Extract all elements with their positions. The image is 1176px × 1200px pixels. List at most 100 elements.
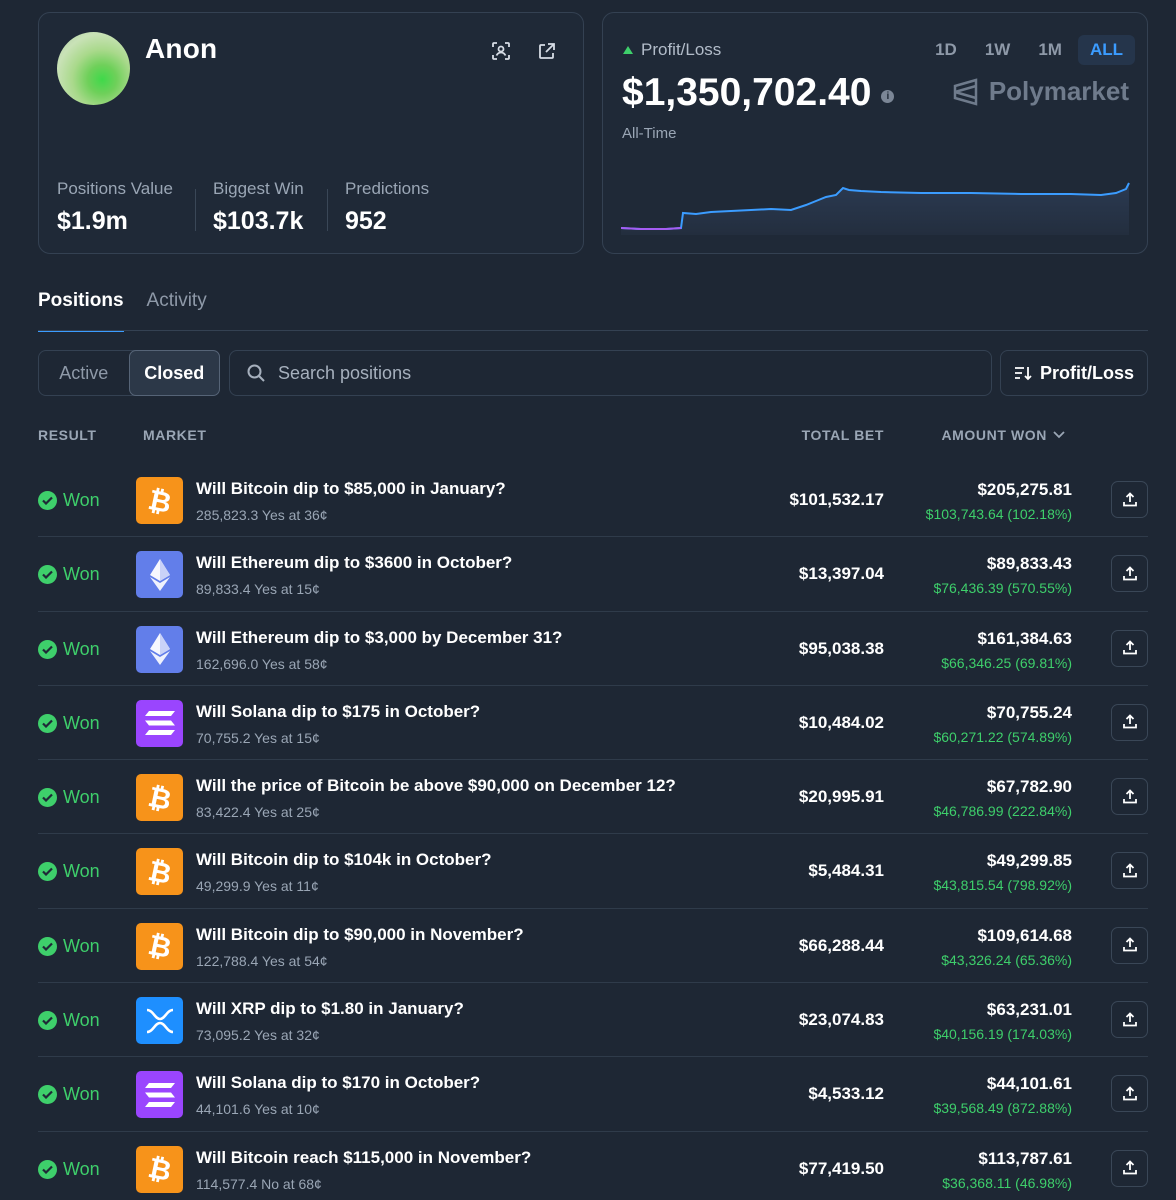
market-cell[interactable]: Will Bitcoin dip to $85,000 in January? … bbox=[196, 479, 506, 523]
share-button[interactable] bbox=[1111, 1149, 1148, 1187]
market-cell[interactable]: Will Ethereum dip to $3600 in October? 8… bbox=[196, 553, 512, 597]
amount-won-cell: $67,782.90 $46,786.99 (222.84%) bbox=[933, 777, 1072, 819]
pnl-period: All-Time bbox=[622, 125, 677, 142]
market-title[interactable]: Will Bitcoin reach $115,000 in November? bbox=[196, 1148, 531, 1168]
table-row[interactable]: Won ₿ Will Bitcoin dip to $85,000 in Jan… bbox=[38, 463, 1148, 538]
amount-won: $70,755.24 bbox=[986, 702, 1072, 722]
market-position: 89,833.4 Yes at 15¢ bbox=[196, 581, 320, 598]
result-label: Won bbox=[63, 935, 100, 956]
sort-button[interactable]: Profit/Loss bbox=[1000, 350, 1148, 396]
total-bet: $20,995.91 bbox=[798, 787, 884, 807]
market-title[interactable]: Will Ethereum dip to $3,000 by December … bbox=[196, 628, 562, 648]
result-label: Won bbox=[63, 787, 100, 808]
share-icon bbox=[1122, 788, 1137, 804]
check-circle-icon bbox=[38, 639, 57, 659]
market-cell[interactable]: Will Ethereum dip to $3,000 by December … bbox=[196, 628, 562, 672]
table-row[interactable]: Won ₿ Will Bitcoin reach $115,000 in Nov… bbox=[38, 1132, 1148, 1200]
total-bet: $4,533.12 bbox=[808, 1084, 884, 1104]
avatar bbox=[57, 32, 130, 105]
range-tab-1m[interactable]: 1M bbox=[1026, 35, 1074, 65]
amount-won-cell: $89,833.43 $76,436.39 (570.55%) bbox=[933, 554, 1072, 596]
share-button[interactable] bbox=[1111, 852, 1148, 890]
amount-won-cell: $113,787.61 $36,368.11 (46.98%) bbox=[942, 1149, 1072, 1191]
share-button[interactable] bbox=[1111, 555, 1148, 593]
scan-icon[interactable] bbox=[491, 41, 511, 61]
result-label: Won bbox=[63, 1010, 100, 1031]
profit-gain: $43,326.24 (65.36%) bbox=[941, 951, 1072, 968]
range-tab-all[interactable]: ALL bbox=[1077, 35, 1135, 65]
market-title[interactable]: Will Solana dip to $175 in October? bbox=[196, 702, 480, 722]
profit-gain: $66,346.25 (69.81%) bbox=[941, 654, 1072, 671]
result-cell: Won bbox=[38, 490, 100, 511]
range-tab-1d[interactable]: 1D bbox=[923, 35, 969, 65]
positions-table: Won ₿ Will Bitcoin dip to $85,000 in Jan… bbox=[38, 463, 1148, 1200]
market-title[interactable]: Will Solana dip to $170 in October? bbox=[196, 1073, 480, 1093]
divider bbox=[195, 189, 196, 231]
market-cell[interactable]: Will Solana dip to $175 in October? 70,7… bbox=[196, 702, 480, 746]
share-button[interactable] bbox=[1111, 481, 1148, 518]
market-position: 285,823.3 Yes at 36¢ bbox=[196, 507, 328, 523]
table-row[interactable]: Won ₿ Will Bitcoin dip to $90,000 in Nov… bbox=[38, 909, 1148, 984]
table-row[interactable]: Won ₿ Will Bitcoin dip to $104k in Octob… bbox=[38, 834, 1148, 909]
total-bet: $101,532.17 bbox=[789, 490, 884, 509]
market-title[interactable]: Will XRP dip to $1.80 in January? bbox=[196, 999, 464, 1019]
share-button[interactable] bbox=[1111, 926, 1148, 964]
filter-closed-button[interactable]: Closed bbox=[128, 350, 220, 396]
amount-won-cell: $44,101.61 $39,568.49 (872.88%) bbox=[933, 1074, 1072, 1116]
market-cell[interactable]: Will XRP dip to $1.80 in January? 73,095… bbox=[196, 999, 464, 1043]
market-title[interactable]: Will Bitcoin dip to $90,000 in November? bbox=[196, 925, 524, 945]
sort-label: Profit/Loss bbox=[1039, 362, 1134, 383]
market-title[interactable]: Will Ethereum dip to $3600 in October? bbox=[196, 553, 512, 573]
market-title[interactable]: Will Bitcoin dip to $104k in October? bbox=[196, 850, 492, 870]
share-button[interactable] bbox=[1111, 703, 1148, 741]
check-circle-icon bbox=[38, 713, 57, 733]
stat-label: Positions Value bbox=[57, 179, 173, 198]
stat-label: Predictions bbox=[345, 179, 430, 198]
table-row[interactable]: Won Will XRP dip to $1.80 in January? 73… bbox=[38, 983, 1148, 1058]
amount-won: $113,787.61 bbox=[978, 1148, 1072, 1168]
table-row[interactable]: Won Will Ethereum dip to $3,000 by Decem… bbox=[38, 612, 1148, 686]
total-bet: $23,074.83 bbox=[798, 1010, 884, 1030]
external-link-icon[interactable] bbox=[537, 41, 557, 61]
share-button[interactable] bbox=[1111, 629, 1148, 667]
bitcoin-icon: ₿ bbox=[136, 848, 183, 896]
tab-positions[interactable]: Positions bbox=[38, 290, 124, 332]
table-row[interactable]: Won Will Solana dip to $170 in October? … bbox=[38, 1057, 1148, 1132]
bitcoin-icon: ₿ bbox=[136, 477, 183, 524]
svg-text:₿: ₿ bbox=[147, 931, 173, 961]
svg-text:₿: ₿ bbox=[147, 857, 173, 887]
market-cell[interactable]: Will Bitcoin reach $115,000 in November?… bbox=[196, 1148, 531, 1192]
table-row[interactable]: Won Will Ethereum dip to $3600 in Octobe… bbox=[38, 537, 1148, 612]
market-title[interactable]: Will Bitcoin dip to $85,000 in January? bbox=[196, 479, 506, 499]
result-label: Won bbox=[63, 1084, 100, 1105]
column-header-amount-won[interactable]: AMOUNT WON bbox=[941, 427, 1065, 443]
result-label: Won bbox=[63, 1158, 100, 1179]
result-label: Won bbox=[63, 490, 100, 510]
share-icon bbox=[1122, 1011, 1137, 1026]
chevron-down-icon bbox=[1053, 431, 1065, 439]
filter-active-button[interactable]: Active bbox=[39, 351, 129, 395]
market-cell[interactable]: Will the price of Bitcoin be above $90,0… bbox=[196, 776, 676, 820]
pnl-label: Profit/Loss bbox=[623, 40, 721, 60]
table-row[interactable]: Won Will Solana dip to $175 in October? … bbox=[38, 686, 1148, 761]
result-label: Won bbox=[63, 638, 100, 659]
status-toggle: Active Closed bbox=[38, 350, 220, 396]
main-tabs: Positions Activity bbox=[38, 290, 207, 332]
share-icon bbox=[1122, 714, 1137, 729]
tab-activity[interactable]: Activity bbox=[147, 290, 207, 332]
market-cell[interactable]: Will Solana dip to $170 in October? 44,1… bbox=[196, 1073, 480, 1117]
market-cell[interactable]: Will Bitcoin dip to $90,000 in November?… bbox=[196, 925, 524, 969]
result-label: Won bbox=[63, 564, 100, 585]
share-button[interactable] bbox=[1111, 1001, 1148, 1039]
share-button[interactable] bbox=[1111, 778, 1148, 816]
xrp-icon bbox=[136, 997, 183, 1045]
share-button[interactable] bbox=[1111, 1075, 1148, 1113]
range-tab-1w[interactable]: 1W bbox=[973, 35, 1023, 65]
market-title[interactable]: Will the price of Bitcoin be above $90,0… bbox=[196, 776, 676, 796]
table-row[interactable]: Won ₿ Will the price of Bitcoin be above… bbox=[38, 760, 1148, 835]
profit-gain: $60,271.22 (574.89%) bbox=[933, 728, 1072, 745]
info-icon[interactable]: i bbox=[881, 89, 895, 103]
search-input[interactable] bbox=[278, 362, 878, 384]
market-cell[interactable]: Will Bitcoin dip to $104k in October? 49… bbox=[196, 850, 492, 894]
brand-name: Polymarket bbox=[988, 76, 1129, 106]
